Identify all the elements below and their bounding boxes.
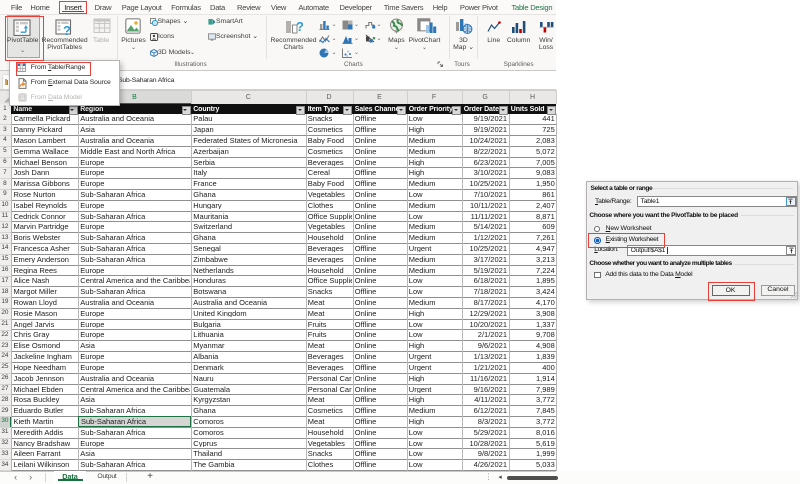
svg-text:?: ? — [63, 23, 71, 36]
svg-text:?: ? — [296, 19, 303, 34]
